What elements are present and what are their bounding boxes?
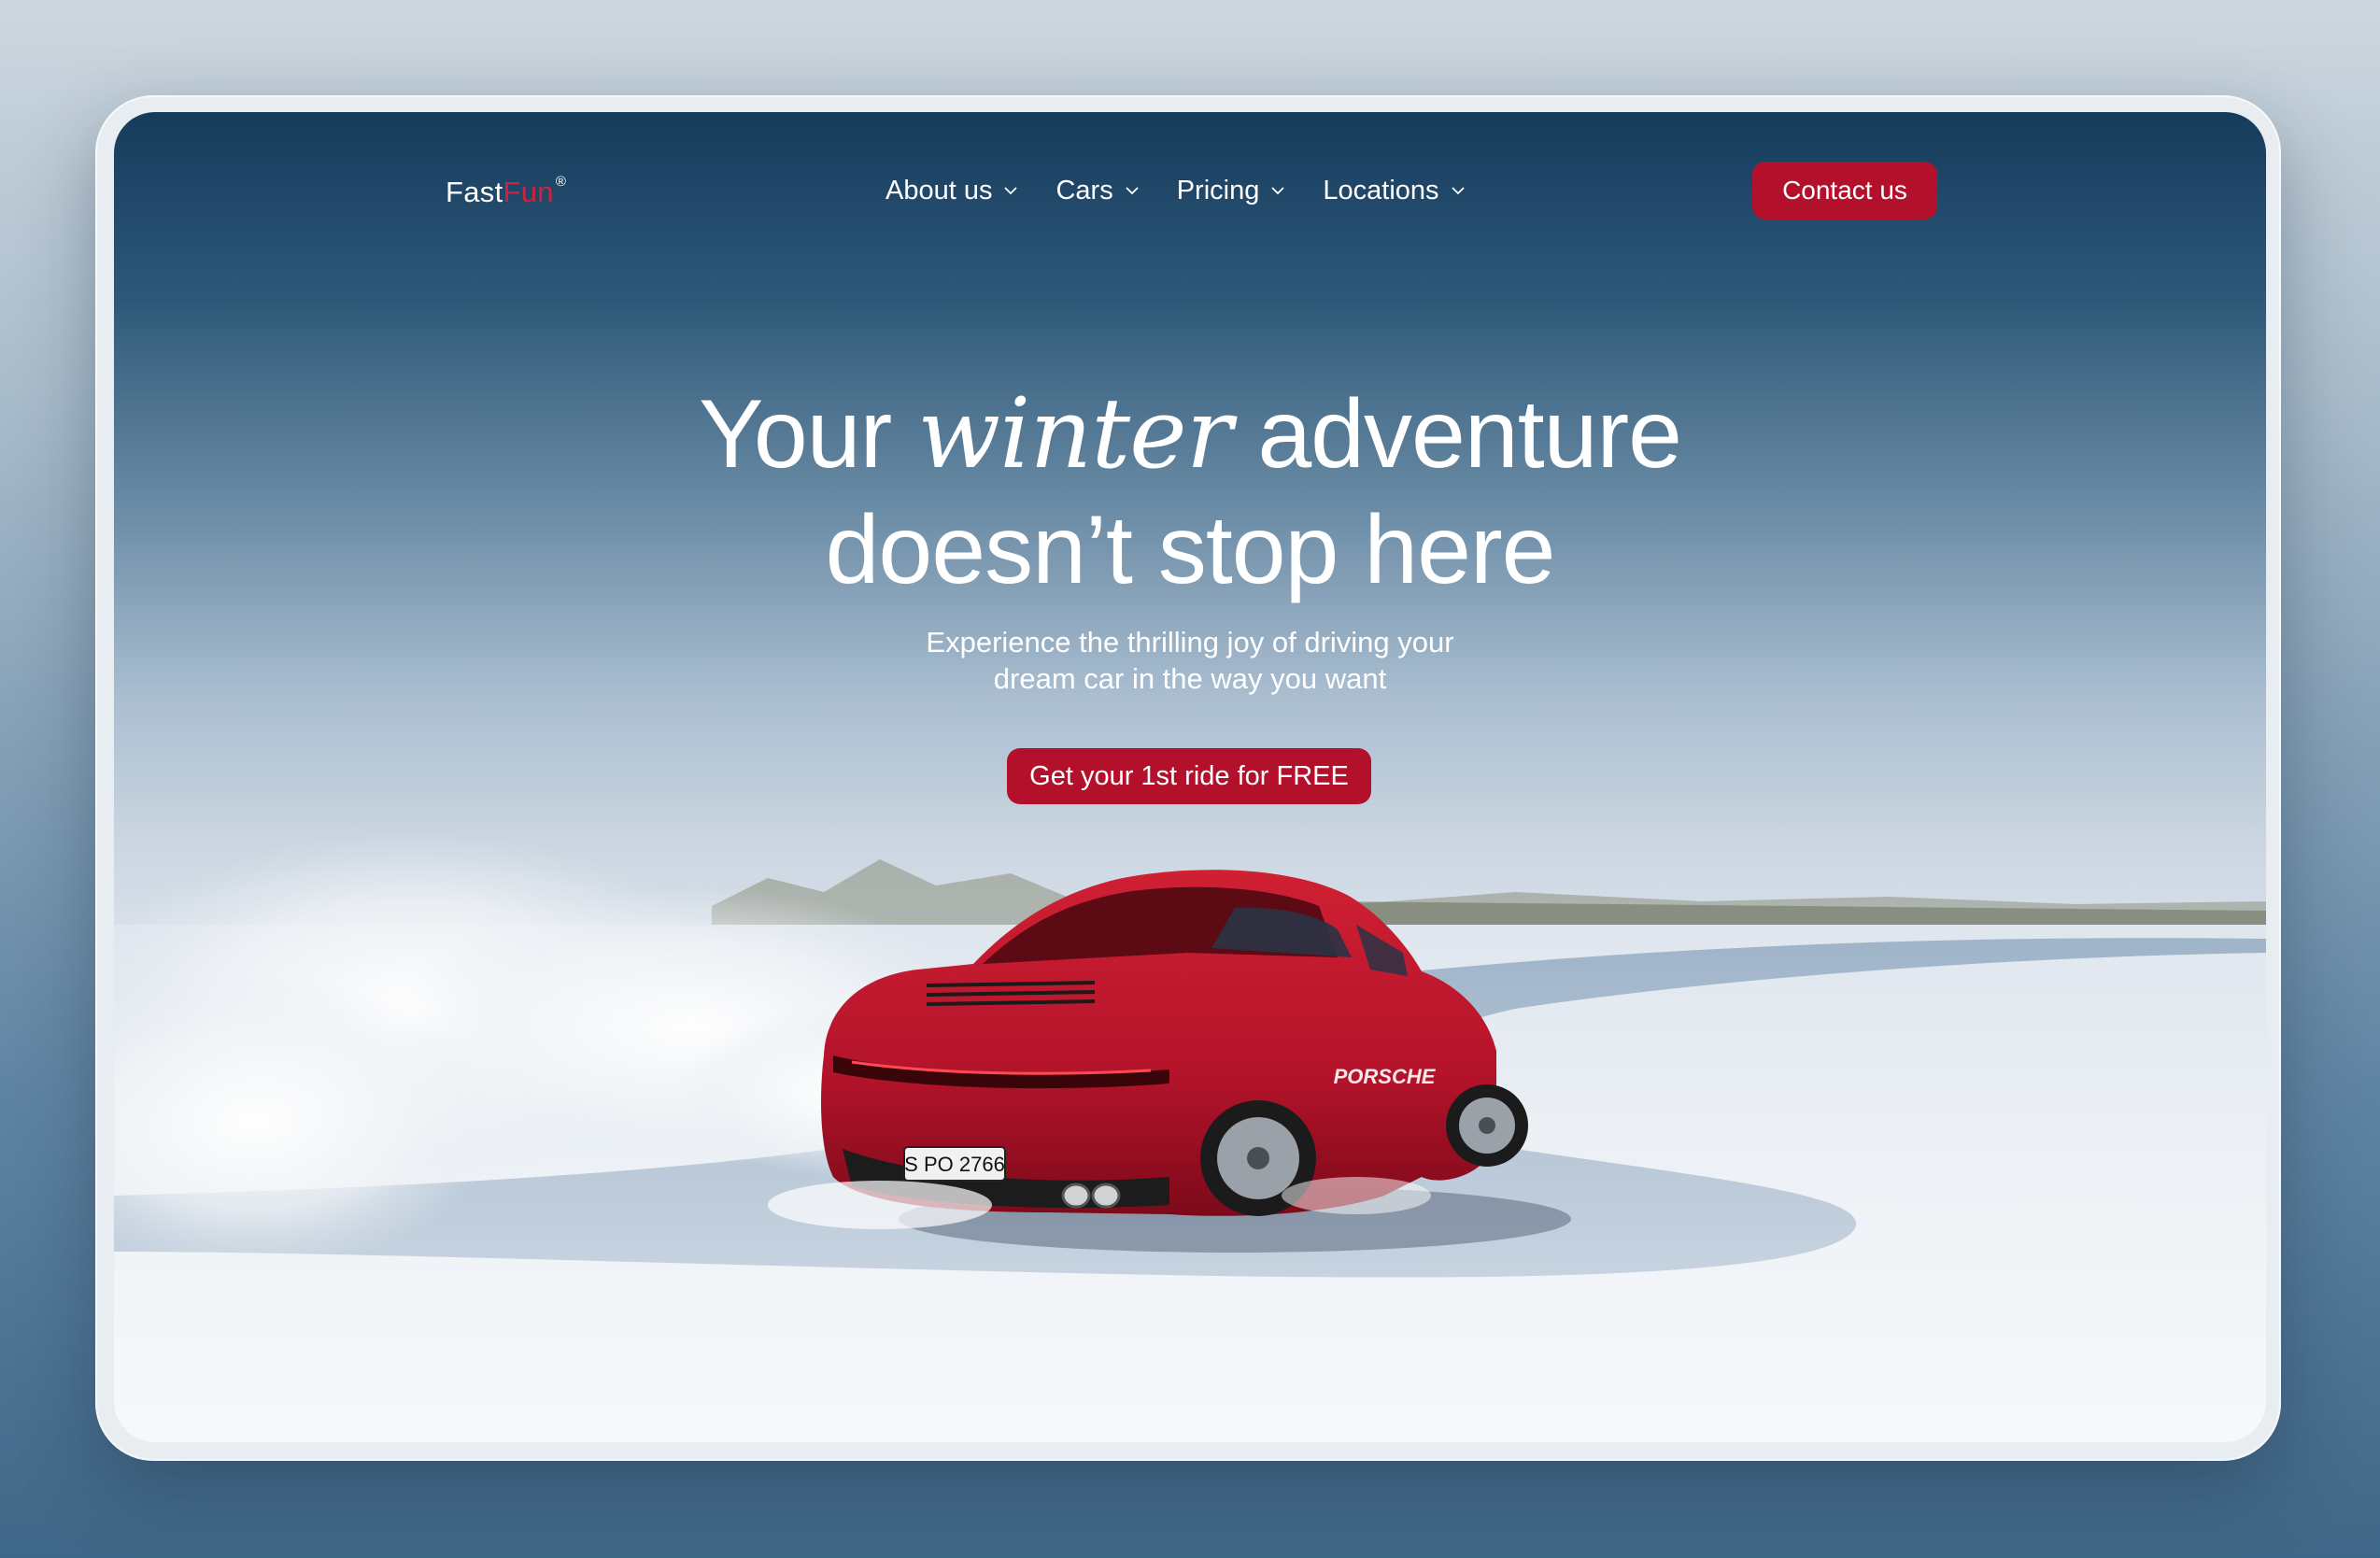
nav-item-cars[interactable]: Cars: [1055, 176, 1139, 206]
car-side-badge: PORSCHE: [1334, 1065, 1437, 1088]
brand-name: Fast: [446, 176, 503, 208]
free-ride-cta-button[interactable]: Get your 1st ride for FREE: [1007, 748, 1371, 804]
nav-item-label: Cars: [1055, 175, 1113, 205]
hero-title-part2: adventure: [1257, 380, 1682, 489]
chevron-down-icon: [1451, 187, 1465, 195]
hero-title-line2: doesn’t stop here: [825, 496, 1556, 604]
brand-name-accent: Fun: [503, 176, 554, 208]
hero-section: S PO 2766 PORSCHE FastFun ® About us Cars: [114, 112, 2266, 1442]
nav-item-pricing[interactable]: Pricing: [1177, 176, 1286, 206]
brand-logo[interactable]: FastFun ®: [446, 173, 567, 209]
nav-item-label: About us: [885, 175, 993, 205]
nav-item-label: Locations: [1323, 175, 1439, 205]
chevron-down-icon: [1126, 187, 1139, 195]
chevron-down-icon: [1271, 187, 1285, 195]
main-navigation: About us Cars Pricing Locations: [885, 170, 1503, 211]
hero-title-italic: winter: [917, 376, 1232, 490]
registered-mark: ®: [555, 173, 567, 190]
hero-title: Your winter adventure doesn’t stop here: [114, 375, 2266, 608]
chevron-down-icon: [1004, 187, 1018, 195]
hero-subtitle-line1: Experience the thrilling joy of driving …: [926, 626, 1454, 659]
nav-item-locations[interactable]: Locations: [1323, 176, 1465, 206]
hero-subtitle-line2: dream car in the way you want: [993, 662, 1387, 695]
nav-item-label: Pricing: [1176, 175, 1260, 205]
contact-us-button[interactable]: Contact us: [1752, 162, 1937, 220]
hero-subtitle: Experience the thrilling joy of driving …: [114, 624, 2266, 697]
hero-title-part1: Your: [699, 380, 892, 489]
license-plate-text: S PO 2766: [904, 1153, 1005, 1176]
nav-item-about-us[interactable]: About us: [885, 176, 1018, 206]
